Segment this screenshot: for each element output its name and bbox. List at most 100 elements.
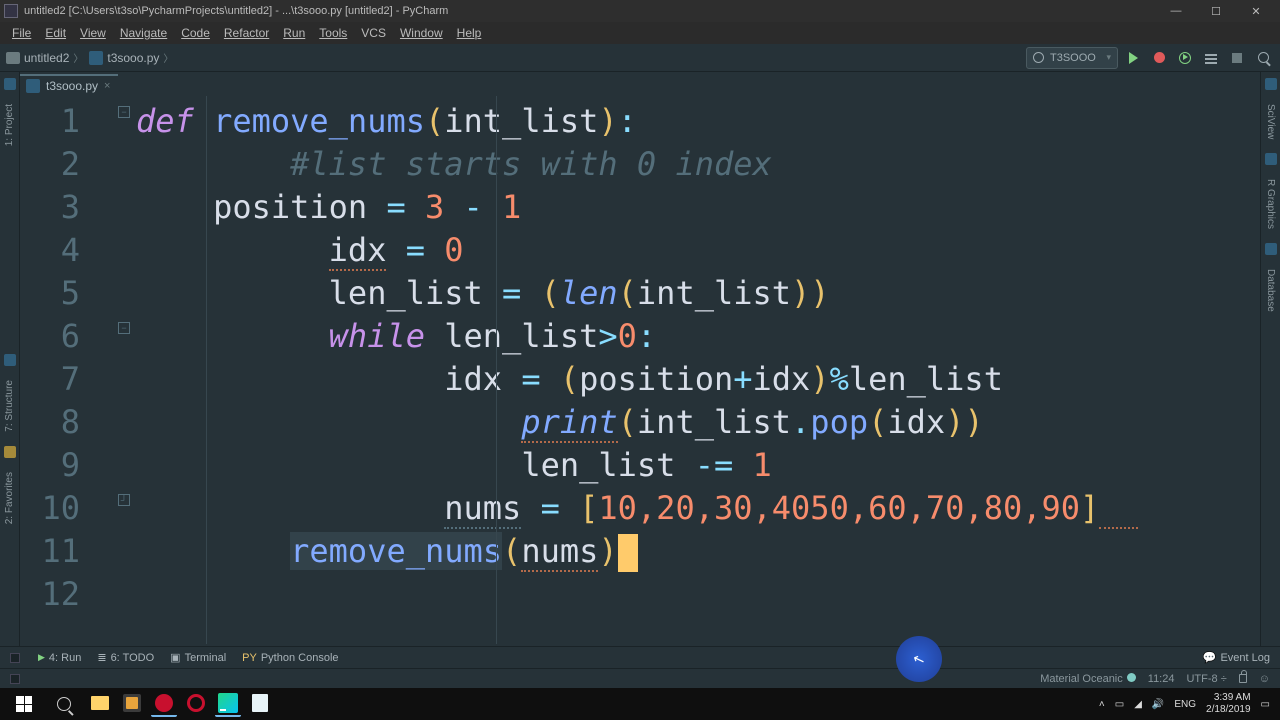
stop-button[interactable] (1226, 47, 1248, 69)
chevron-right-icon: 〉 (73, 50, 83, 65)
line-number[interactable]: 6 (20, 315, 114, 358)
volume-icon[interactable]: 🔊 (1152, 699, 1164, 710)
code-line: len_list -= 1 (136, 444, 1260, 487)
menu-vcs[interactable]: VCS (355, 24, 392, 42)
python-console-button[interactable]: PYPython Console (242, 652, 338, 664)
line-number[interactable]: 9 (20, 444, 114, 487)
menu-help[interactable]: Help (451, 24, 488, 42)
fold-end-icon[interactable]: ┘ (118, 494, 130, 506)
favorites-tool-icon[interactable] (4, 446, 16, 458)
input-language[interactable]: ENG (1174, 699, 1196, 710)
run-config-selector[interactable]: T3SOOO ▾ (1026, 47, 1118, 69)
fold-gutter[interactable]: − − ┘ (114, 96, 136, 644)
structure-tool-icon[interactable] (4, 354, 16, 366)
start-button[interactable] (4, 688, 44, 720)
tab-file[interactable]: t3sooo.py × (18, 74, 118, 96)
todo-icon: ≣ (97, 651, 106, 664)
play-icon: ▶ (38, 652, 45, 663)
debug-button[interactable] (1148, 47, 1170, 69)
tray-overflow-icon[interactable]: ˄ (1099, 699, 1105, 710)
run-toolwindow-button[interactable]: ▶4: Run (38, 652, 81, 664)
rgraphics-tool-icon[interactable] (1265, 153, 1277, 165)
database-tool-button[interactable]: Database (1265, 269, 1276, 312)
close-button[interactable]: ✕ (1236, 0, 1276, 22)
structure-tool-button[interactable]: 7: Structure (4, 380, 15, 432)
taskbar-pycharm[interactable] (215, 691, 241, 717)
text-caret (618, 534, 638, 572)
status-encoding[interactable]: UTF-8 ÷ (1186, 673, 1226, 685)
line-number-gutter[interactable]: 1 2 3 4 5 6 7 8 9 10 11 12 (20, 96, 114, 644)
sciview-tool-button[interactable]: SciView (1265, 104, 1276, 139)
taskbar-search[interactable] (44, 688, 84, 720)
fold-toggle-icon[interactable]: − (118, 106, 130, 118)
taskbar-opera[interactable] (183, 691, 209, 717)
line-number[interactable]: 10 (20, 487, 114, 530)
database-tool-icon[interactable] (1265, 243, 1277, 255)
close-tab-icon[interactable]: × (104, 80, 110, 92)
menu-tools[interactable]: Tools (313, 24, 353, 42)
menu-navigate[interactable]: Navigate (114, 24, 173, 42)
menu-edit[interactable]: Edit (39, 24, 72, 42)
breadcrumb-file[interactable]: t3sooo.py 〉 (89, 50, 173, 65)
editor[interactable]: 1 2 3 4 5 6 7 8 9 10 11 12 − − ┘ def rem… (20, 96, 1260, 644)
menu-window[interactable]: Window (394, 24, 449, 42)
taskbar-opera-record[interactable] (151, 691, 177, 717)
menu-refactor[interactable]: Refactor (218, 24, 275, 42)
event-log-button[interactable]: 💬Event Log (1203, 651, 1270, 664)
status-caret-position[interactable]: 11:24 (1148, 673, 1175, 685)
navigation-bar: untitled2 〉 t3sooo.py 〉 T3SOOO ▾ (0, 44, 1280, 72)
app-icon (4, 4, 18, 18)
taskbar-explorer[interactable] (87, 691, 113, 717)
hide-toolwindows-icon[interactable] (10, 674, 20, 684)
code-line: remove_nums(nums) (136, 530, 1260, 573)
line-number[interactable]: 8 (20, 401, 114, 444)
system-tray[interactable]: ˄ ▭ ◢ 🔊 ENG 3:39 AM 2/18/2019 ▭ (1099, 692, 1276, 716)
code-line: len_list = (len(int_list)) (136, 272, 1260, 315)
status-inspections-icon[interactable]: ☺ (1259, 673, 1270, 685)
wifi-icon[interactable]: ◢ (1134, 699, 1142, 710)
line-number[interactable]: 2 (20, 143, 114, 186)
title-bar: untitled2 [C:\Users\t3so\PycharmProjects… (0, 0, 1280, 22)
maximize-button[interactable]: ☐ (1196, 0, 1236, 22)
menu-file[interactable]: File (6, 24, 37, 42)
taskbar-notepad[interactable] (247, 691, 273, 717)
tray-clock[interactable]: 3:39 AM 2/18/2019 (1206, 692, 1251, 716)
terminal-toolwindow-button[interactable]: ▣Terminal (170, 651, 226, 664)
line-number[interactable]: 12 (20, 573, 114, 616)
battery-icon[interactable]: ▭ (1115, 699, 1124, 710)
rgraphics-tool-button[interactable]: R Graphics (1265, 179, 1276, 229)
code-line: def remove_nums(int_list): (136, 100, 1260, 143)
run-coverage-button[interactable] (1174, 47, 1196, 69)
menu-run[interactable]: Run (277, 24, 311, 42)
chevron-down-icon: ▾ (1106, 52, 1111, 63)
status-theme[interactable]: Material Oceanic (1040, 673, 1136, 685)
code-area[interactable]: def remove_nums(int_list): #list starts … (136, 96, 1260, 644)
menu-code[interactable]: Code (175, 24, 216, 42)
line-number[interactable]: 7 (20, 358, 114, 401)
line-number[interactable]: 11 (20, 530, 114, 573)
minimize-button[interactable]: — (1156, 0, 1196, 22)
sciview-tool-icon[interactable] (1265, 78, 1277, 90)
notifications-icon[interactable]: ▭ (1261, 699, 1270, 710)
todo-toolwindow-button[interactable]: ≣6: TODO (97, 651, 154, 664)
line-number[interactable]: 5 (20, 272, 114, 315)
tool-windows-icon[interactable] (10, 653, 20, 663)
line-number[interactable]: 1 (20, 100, 114, 143)
run-button[interactable] (1122, 47, 1144, 69)
notepad-icon (252, 694, 268, 712)
fold-toggle-icon[interactable]: − (118, 322, 130, 334)
breadcrumb-project[interactable]: untitled2 〉 (6, 50, 83, 65)
window-title: untitled2 [C:\Users\t3so\PycharmProjects… (24, 5, 448, 17)
taskbar-sublime[interactable] (119, 691, 145, 717)
menu-view[interactable]: View (74, 24, 112, 42)
line-number[interactable]: 4 (20, 229, 114, 272)
line-number[interactable]: 3 (20, 186, 114, 229)
project-tool-button[interactable]: 1: Project (4, 104, 15, 146)
python-icon: PY (242, 652, 257, 664)
lock-icon[interactable] (1239, 674, 1247, 683)
favorites-tool-button[interactable]: 2: Favorites (4, 472, 15, 524)
project-tool-icon[interactable] (4, 78, 16, 90)
code-line: position = 3 - 1 (136, 186, 1260, 229)
search-everywhere-button[interactable] (1252, 47, 1274, 69)
profile-button[interactable] (1200, 47, 1222, 69)
